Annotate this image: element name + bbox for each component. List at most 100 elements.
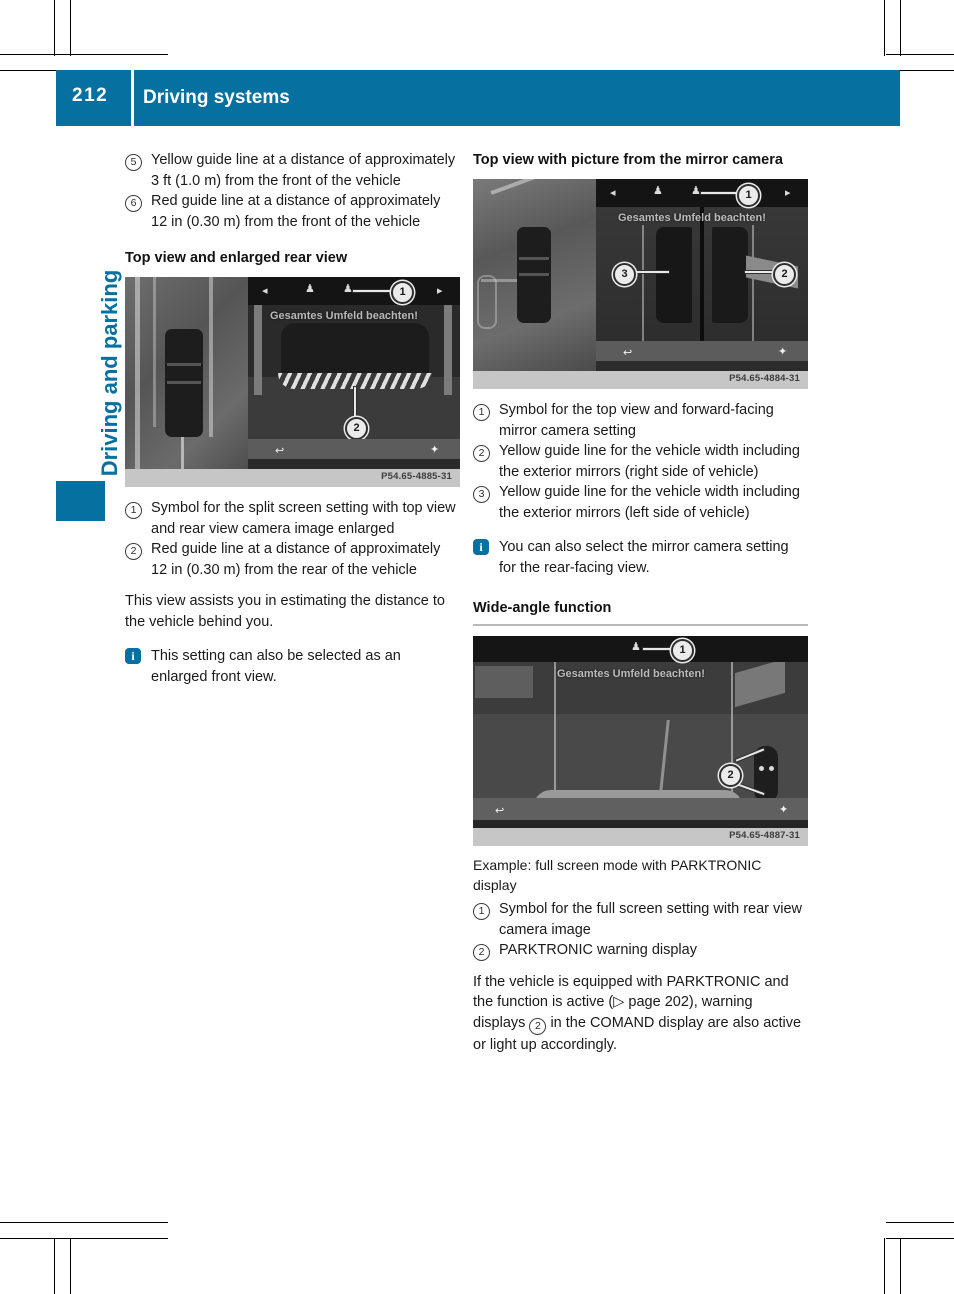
arrow-right-icon[interactable]: ▸ <box>437 286 443 297</box>
left-column: 5 Yellow guide line at a distance of app… <box>125 150 460 687</box>
camera-symbol-icon[interactable]: ♟ <box>343 284 353 295</box>
info-note-enlarged-front-view: i This setting can also be selected as a… <box>125 646 460 687</box>
screen-left-pane <box>125 277 248 469</box>
screen-bottom-toolbar <box>473 798 808 820</box>
page-title: Driving systems <box>143 87 290 108</box>
callout-marker: 2 <box>125 542 142 560</box>
road-marking <box>209 277 213 437</box>
arrow-right-icon[interactable]: ▸ <box>785 188 791 199</box>
list-item-text: Symbol for the full screen setting with … <box>499 901 803 938</box>
list-item: 6 Red guide line at a distance of approx… <box>125 191 460 232</box>
callout-marker: 3 <box>473 485 490 503</box>
figure-wide-angle-function: ♟ 1 Gesamtes Umfeld beachten! 2 ↩ ✦ P54.… <box>473 636 808 846</box>
figure-code-bar: P54.65-4887-31 <box>473 828 808 846</box>
parktronic-segment <box>759 766 764 771</box>
camera-symbol-icon[interactable]: ♟ <box>631 642 641 653</box>
curve-marking <box>490 179 558 195</box>
screen-left-pane <box>473 179 596 371</box>
back-arrow-icon[interactable]: ↩ <box>275 446 284 457</box>
mirror-shape-left <box>656 227 692 323</box>
list-item-text: Yellow guide line for the vehicle width … <box>499 484 800 521</box>
vehicle-roof-line <box>167 363 201 366</box>
crop-mark-bottom-left-v2 <box>70 1238 71 1294</box>
vehicle-roof-line <box>519 273 549 276</box>
callout-marker: 6 <box>125 194 142 212</box>
heading-top-view-enlarged-rear: Top view and enlarged rear view <box>125 250 348 266</box>
parktronic-display <box>754 746 778 802</box>
chapter-tab-label: Driving and parking <box>97 269 122 477</box>
figure-screen: ◂ ♟ ♟ ▸ 1 Gesamtes Umfeld beachten! 2 ↩ … <box>125 277 460 469</box>
wall-right <box>444 295 452 395</box>
callout-leader-line <box>633 271 669 273</box>
paragraph-parktronic-info: If the vehicle is equipped with PARKTRON… <box>473 972 808 1056</box>
settings-icon[interactable]: ✦ <box>779 805 788 816</box>
camera-symbol-icon[interactable]: ♟ <box>305 284 315 295</box>
callout-bubble-3: 3 <box>613 263 636 286</box>
list-item-text: Yellow guide line for the vehicle width … <box>499 443 800 480</box>
wall-left <box>254 295 262 395</box>
screen-warning-text: Gesamtes Umfeld beachten! <box>618 212 766 224</box>
figure-code-bar: P54.65-4885-31 <box>125 469 460 487</box>
legend-list-bottom: 1 Symbol for the split screen setting wi… <box>125 498 460 580</box>
legend-list-mirror-camera: 1 Symbol for the top view and forward-fa… <box>473 400 808 523</box>
paragraph-distance-estimate: This view assists you in estimating the … <box>125 593 445 630</box>
guide-line-left <box>642 225 644 343</box>
figure-code: P54.65-4887-31 <box>729 830 800 841</box>
figure-top-view-enlarged-rear: ◂ ♟ ♟ ▸ 1 Gesamtes Umfeld beachten! 2 ↩ … <box>125 277 460 487</box>
callout-bubble-2: 2 <box>719 764 742 787</box>
guide-line-right <box>752 225 754 343</box>
header-divider <box>131 70 134 126</box>
figure-code-bar: P54.65-4884-31 <box>473 371 808 389</box>
crop-mark-top-right-v1 <box>884 0 885 56</box>
camera-symbol-icon[interactable]: ♟ <box>653 186 663 197</box>
callout-leader-line <box>353 290 393 292</box>
legend-list-top: 5 Yellow guide line at a distance of app… <box>125 150 460 232</box>
arrow-left-icon[interactable]: ◂ <box>610 188 616 199</box>
heading-top-view-mirror-camera: Top view with picture from the mirror ca… <box>473 152 783 168</box>
list-item: 3 Yellow guide line for the vehicle widt… <box>473 482 808 523</box>
vehicle-roof-line <box>519 257 549 260</box>
callout-bubble-2: 2 <box>773 263 796 286</box>
info-note-text: You can also select the mirror camera se… <box>499 539 789 576</box>
list-item: 1 Symbol for the split screen setting wi… <box>125 498 460 539</box>
parktronic-segment <box>769 766 774 771</box>
road-marking <box>135 277 140 469</box>
list-item: 2 PARKTRONIC warning display <box>473 940 808 961</box>
callout-marker-inline: 2 <box>529 1017 547 1035</box>
guide-line-left <box>554 662 556 802</box>
callout-bubble-1: 1 <box>391 281 414 304</box>
crop-mark-bottom-right-h1 <box>886 1222 954 1223</box>
figure-top-view-mirror-camera: ◂ ♟ ♟ ▸ 1 Gesamtes Umfeld beachten! 3 2 … <box>473 179 808 389</box>
camera-symbol-icon[interactable]: ♟ <box>691 186 701 197</box>
mirror-split-divider <box>700 205 704 345</box>
hedge-left <box>475 666 533 698</box>
back-arrow-icon[interactable]: ↩ <box>495 806 504 817</box>
callout-bubble-1: 1 <box>671 639 694 662</box>
figure-screen: ◂ ♟ ♟ ▸ 1 Gesamtes Umfeld beachten! 3 2 … <box>473 179 808 371</box>
vehicle-roof-line <box>167 381 201 384</box>
figure-caption-wide-angle: Example: full screen mode with PARKTRONI… <box>473 857 762 893</box>
crop-mark-bottom-left-h2 <box>0 1238 168 1239</box>
info-icon: i <box>125 648 141 664</box>
list-item: 2 Red guide line at a distance of approx… <box>125 539 460 580</box>
callout-marker: 2 <box>473 444 490 462</box>
settings-icon[interactable]: ✦ <box>778 347 787 358</box>
crop-mark-bottom-left-v1 <box>54 1238 55 1294</box>
curve-marking <box>477 275 497 329</box>
list-item: 1 Symbol for the full screen setting wit… <box>473 899 808 940</box>
callout-bubble-1: 1 <box>737 184 760 207</box>
figure-screen: ♟ 1 Gesamtes Umfeld beachten! 2 ↩ ✦ <box>473 636 808 828</box>
screen-warning-text: Gesamtes Umfeld beachten! <box>270 310 418 322</box>
crop-mark-bottom-right-v1 <box>884 1238 885 1294</box>
list-item-text: Symbol for the top view and forward-faci… <box>499 402 774 439</box>
list-item-text: PARKTRONIC warning display <box>499 942 697 958</box>
chapter-tab-block <box>56 481 105 521</box>
back-arrow-icon[interactable]: ↩ <box>623 348 632 359</box>
settings-icon[interactable]: ✦ <box>430 445 439 456</box>
info-note-text: This setting can also be selected as an … <box>151 648 401 685</box>
arrow-left-icon[interactable]: ◂ <box>262 286 268 297</box>
figure-code: P54.65-4885-31 <box>381 471 452 482</box>
callout-bubble-2: 2 <box>345 417 368 440</box>
callout-marker: 2 <box>473 943 490 961</box>
legend-list-wide-angle: 1 Symbol for the full screen setting wit… <box>473 899 808 961</box>
